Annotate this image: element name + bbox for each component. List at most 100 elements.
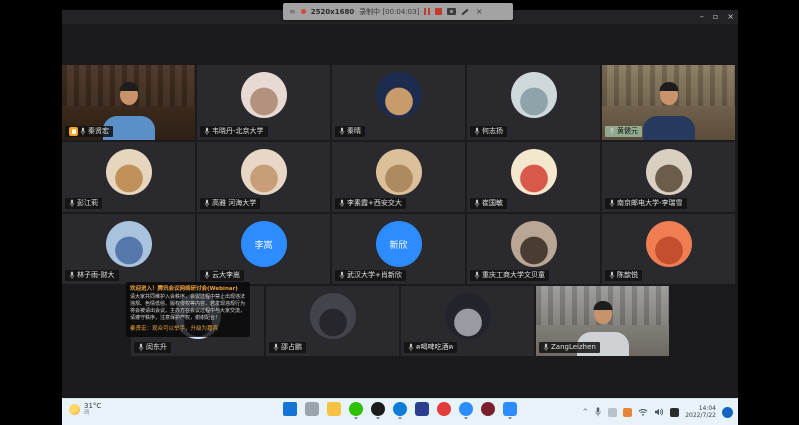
weather-temperature: 31°C bbox=[84, 402, 101, 410]
participant-tile[interactable]: 邵占鹏 bbox=[266, 286, 399, 356]
participant-tile[interactable]: 何志扬 bbox=[467, 65, 600, 140]
participant-name: 云大李嵩 bbox=[212, 270, 240, 281]
participant-name: 秦晴 bbox=[347, 126, 361, 137]
recorder-menu-icon[interactable]: ≡ bbox=[289, 7, 296, 16]
chat-welcome-header: 欢迎进入！腾讯会议网络研讨会(Webinar) bbox=[130, 285, 246, 293]
muted-mic-icon bbox=[204, 127, 210, 136]
tray-expand-chevron[interactable]: ^ bbox=[582, 408, 588, 416]
dark-red-app-icon[interactable] bbox=[481, 402, 495, 416]
participant-tile[interactable]: 陈歆悦 bbox=[602, 214, 735, 284]
muted-mic-icon bbox=[474, 271, 480, 280]
muted-mic-icon bbox=[339, 199, 345, 208]
participant-tile[interactable]: 新欣武汉大学+肖新欣 bbox=[332, 214, 465, 284]
participant-label: 秦贤宏 bbox=[65, 126, 113, 137]
taskbar-app-icons bbox=[283, 402, 517, 416]
participant-label: 李素霞+西安交大 bbox=[335, 198, 406, 209]
participant-tile[interactable]: 南京邮电大学-李瑞雪 bbox=[602, 142, 735, 212]
search-icon[interactable] bbox=[305, 402, 319, 416]
participant-tile[interactable]: 李素霞+西安交大 bbox=[332, 142, 465, 212]
pause-recording-button[interactable] bbox=[424, 8, 430, 15]
qq-icon[interactable] bbox=[371, 402, 385, 416]
volume-icon[interactable] bbox=[654, 408, 664, 416]
system-tray: ^ 14:04 2022/7/22 bbox=[582, 401, 733, 423]
participant-tile[interactable]: 林子雨-财大 bbox=[62, 214, 195, 284]
participant-name: 韦晓丹-北京大学 bbox=[212, 126, 264, 137]
participant-label: 彭江莉 bbox=[65, 198, 102, 209]
participant-name: 武汉大学+肖新欣 bbox=[347, 270, 402, 281]
avatar bbox=[241, 149, 287, 195]
muted-mic-icon bbox=[204, 271, 210, 280]
participant-label: 何志扬 bbox=[470, 126, 507, 137]
participant-tile[interactable]: 崔国敏 bbox=[467, 142, 600, 212]
running-indicator-dot bbox=[355, 417, 358, 419]
screenshot-camera-button[interactable] bbox=[447, 8, 456, 15]
meeting-icon[interactable] bbox=[459, 402, 473, 416]
weather-widget[interactable]: 31°C 晴 bbox=[69, 402, 101, 417]
stop-recording-button[interactable] bbox=[435, 8, 442, 15]
participant-label: 崔国敏 bbox=[470, 198, 507, 209]
participant-label: 邵占鹏 bbox=[269, 342, 306, 353]
annotate-pen-button[interactable] bbox=[461, 8, 468, 15]
muted-mic-icon bbox=[609, 127, 615, 136]
chat-overlay: 欢迎进入！腾讯会议网络研讨会(Webinar) 请大家共同维护入会秩序，会议过程… bbox=[126, 282, 250, 337]
avatar bbox=[511, 149, 557, 195]
blue-square-app-icon[interactable] bbox=[415, 402, 429, 416]
muted-mic-icon bbox=[69, 271, 75, 280]
wifi-icon[interactable] bbox=[638, 408, 648, 416]
participant-label: 南京邮电大学-李瑞雪 bbox=[605, 198, 687, 209]
participant-name: 彭江莉 bbox=[77, 198, 98, 209]
participant-label: 云大李嵩 bbox=[200, 270, 244, 281]
participant-name: 何志扬 bbox=[482, 126, 503, 137]
participant-tile[interactable]: 黄健元 bbox=[602, 65, 735, 140]
folder-icon[interactable] bbox=[327, 402, 341, 416]
avatar bbox=[511, 72, 557, 118]
recorder-close-button[interactable]: × bbox=[476, 7, 483, 16]
avatar bbox=[646, 221, 692, 267]
avatar: 新欣 bbox=[376, 221, 422, 267]
edge-icon[interactable] bbox=[393, 402, 407, 416]
security-app-tray-icon[interactable] bbox=[623, 408, 632, 417]
participant-tile[interactable]: 彭江莉 bbox=[62, 142, 195, 212]
participant-tile[interactable]: ZangLeizhen bbox=[536, 286, 669, 356]
notification-icon[interactable] bbox=[722, 407, 733, 418]
participant-tile[interactable]: 高雅 河海大学 bbox=[197, 142, 330, 212]
participant-label: 闵东升 bbox=[134, 342, 171, 353]
start-icon[interactable] bbox=[283, 402, 297, 416]
participant-name: ฅ喝啤吃酒ฅ bbox=[416, 342, 453, 353]
participant-tile[interactable]: 韦晓丹-北京大学 bbox=[197, 65, 330, 140]
muted-mic-icon bbox=[609, 199, 615, 208]
running-indicator-dot bbox=[509, 417, 512, 419]
participant-name: 崔国敏 bbox=[482, 198, 503, 209]
participant-name: 邵占鹏 bbox=[281, 342, 302, 353]
muted-mic-icon bbox=[609, 271, 615, 280]
chat-host-message: 秦贤宏：观众可以举手，升级为嘉宾 bbox=[130, 325, 246, 333]
participant-name: 陈歆悦 bbox=[617, 270, 638, 281]
muted-mic-icon bbox=[339, 127, 345, 136]
mic-tray-icon[interactable] bbox=[594, 407, 602, 417]
participant-name: 高雅 河海大学 bbox=[212, 198, 256, 209]
participant-name: ZangLeizhen bbox=[551, 342, 596, 353]
person-body bbox=[643, 116, 695, 140]
red-round-app-icon[interactable] bbox=[437, 402, 451, 416]
participant-name: 南京邮电大学-李瑞雪 bbox=[617, 198, 683, 209]
recording-indicator-icon bbox=[301, 9, 306, 14]
speaker-tray-icon[interactable] bbox=[608, 408, 617, 417]
wechat-icon[interactable] bbox=[349, 402, 363, 416]
tile-row: 彭江莉 高雅 河海大学 李素霞+西安交大 崔国敏 南京邮电大学-李瑞雪 bbox=[62, 142, 738, 212]
avatar bbox=[310, 293, 356, 339]
avatar bbox=[376, 72, 422, 118]
avatar bbox=[106, 149, 152, 195]
maximize-button[interactable]: ▫ bbox=[713, 11, 718, 23]
close-button[interactable]: × bbox=[727, 11, 734, 23]
participant-tile[interactable]: 秦晴 bbox=[332, 65, 465, 140]
zoom-icon[interactable] bbox=[503, 402, 517, 416]
battery-icon[interactable] bbox=[670, 408, 679, 417]
avatar bbox=[106, 221, 152, 267]
minimize-button[interactable]: – bbox=[700, 11, 704, 23]
taskbar-clock[interactable]: 14:04 2022/7/22 bbox=[685, 405, 716, 419]
participant-tile[interactable]: 秦贤宏 bbox=[62, 65, 195, 140]
participant-tile[interactable]: 重庆工商大学文贝童 bbox=[467, 214, 600, 284]
recording-resolution: 2520x1680 bbox=[311, 8, 354, 16]
participant-tile[interactable]: ฅ喝啤吃酒ฅ bbox=[401, 286, 534, 356]
participant-tile[interactable]: 李嵩云大李嵩 bbox=[197, 214, 330, 284]
